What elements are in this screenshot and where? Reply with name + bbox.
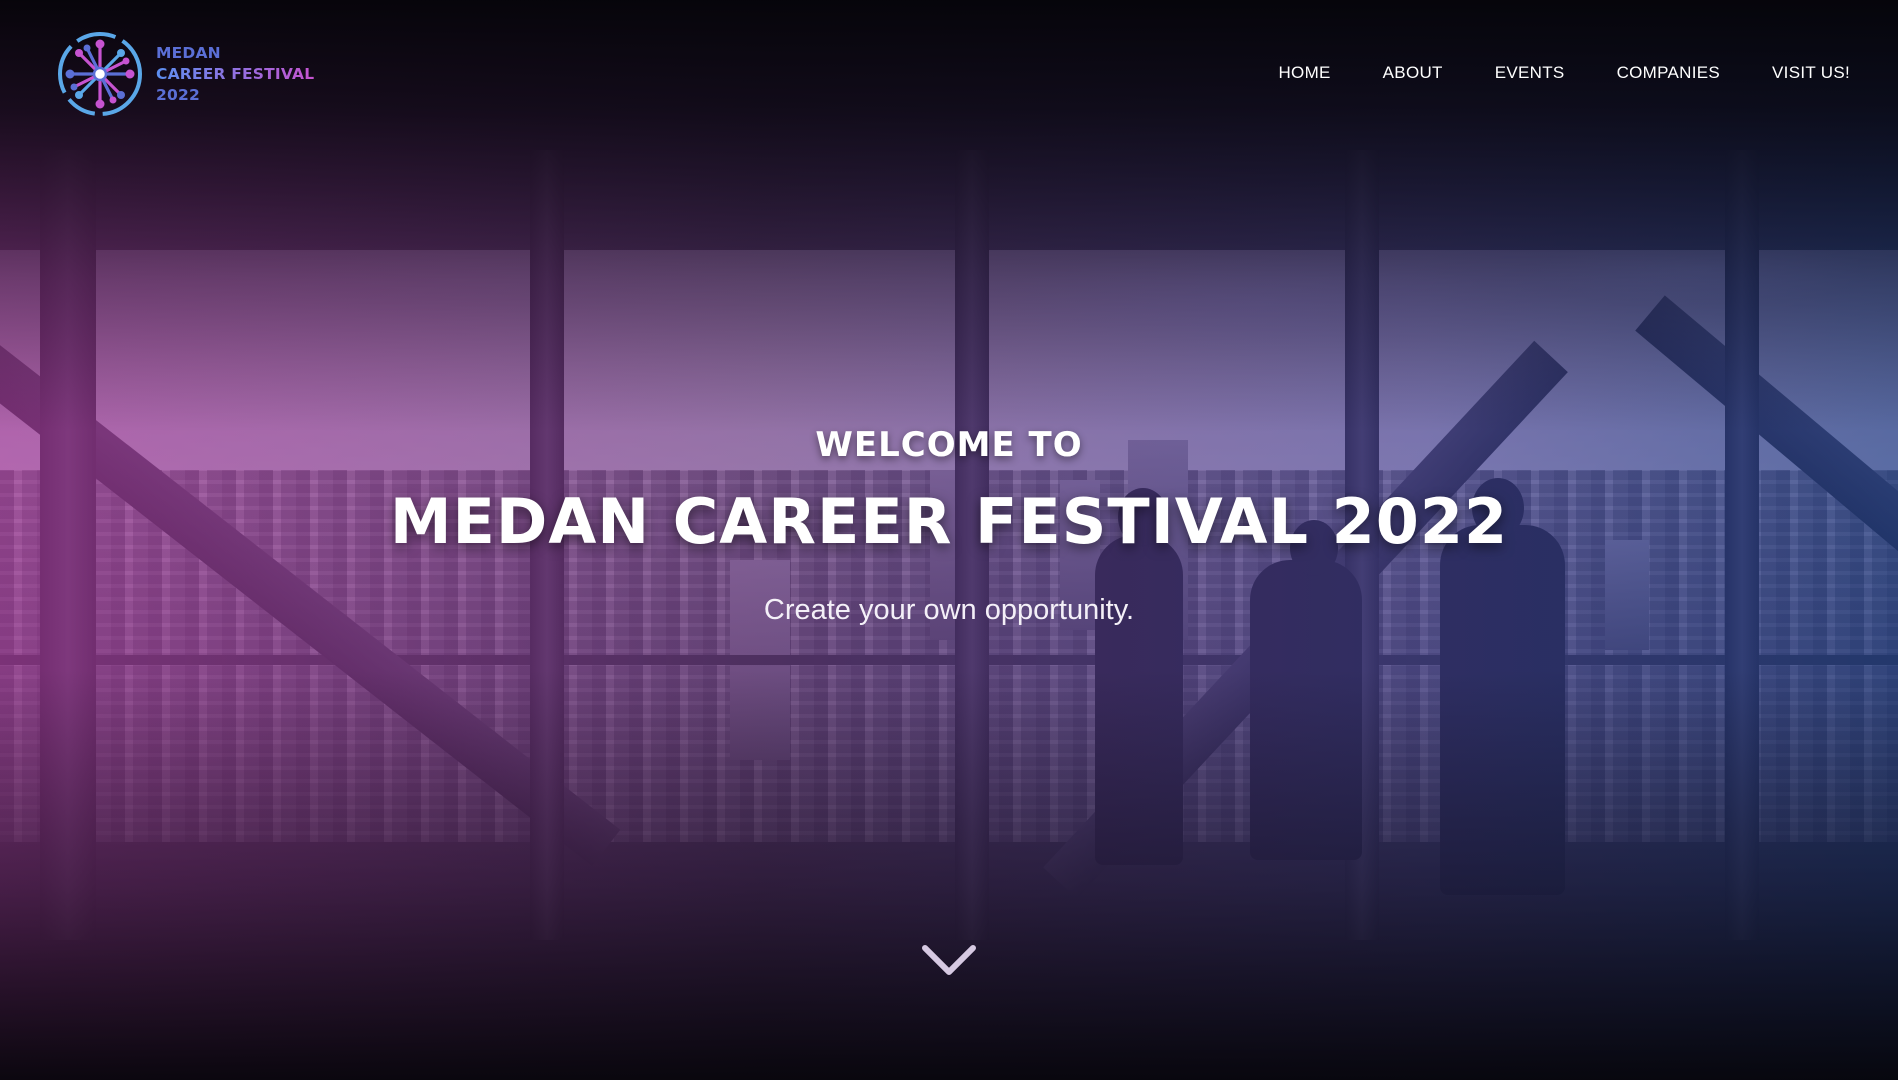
brand-name: MEDAN CAREER FESTIVAL 2022: [156, 43, 314, 106]
nav-link-companies[interactable]: COMPANIES: [1617, 63, 1720, 82]
nav-item: HOME: [1278, 63, 1330, 83]
starburst-logo-icon: [58, 32, 142, 116]
nav-item: VISIT US!: [1772, 63, 1850, 83]
nav-link-visit-us[interactable]: VISIT US!: [1772, 63, 1850, 82]
navbar: MEDAN CAREER FESTIVAL 2022 HOME ABOUT EV…: [0, 0, 1898, 150]
hero-section: MEDAN CAREER FESTIVAL 2022 HOME ABOUT EV…: [0, 0, 1898, 1080]
nav-item: ABOUT: [1383, 63, 1443, 83]
hero-content: WELCOME TO MEDAN CAREER FESTIVAL 2022 Cr…: [0, 425, 1898, 627]
hero-title: MEDAN CAREER FESTIVAL 2022: [389, 485, 1509, 558]
nav-item: EVENTS: [1495, 63, 1565, 83]
brand-name-line2: CAREER FESTIVAL: [156, 64, 315, 83]
nav-item: COMPANIES: [1617, 63, 1720, 83]
nav-link-home[interactable]: HOME: [1278, 63, 1330, 82]
hero-tagline: Create your own opportunity.: [763, 594, 1135, 626]
brand-name-line1: MEDAN: [156, 43, 221, 62]
brand-logo-link[interactable]: MEDAN CAREER FESTIVAL 2022: [56, 30, 314, 118]
nav-link-events[interactable]: EVENTS: [1495, 63, 1565, 82]
hero-welcome-text: WELCOME TO: [815, 425, 1083, 465]
nav-menu: HOME ABOUT EVENTS COMPANIES VISIT US!: [1278, 63, 1850, 83]
brand-name-line3: 2022: [156, 85, 200, 104]
chevron-down-icon[interactable]: [919, 942, 979, 978]
nav-link-about[interactable]: ABOUT: [1383, 63, 1443, 82]
